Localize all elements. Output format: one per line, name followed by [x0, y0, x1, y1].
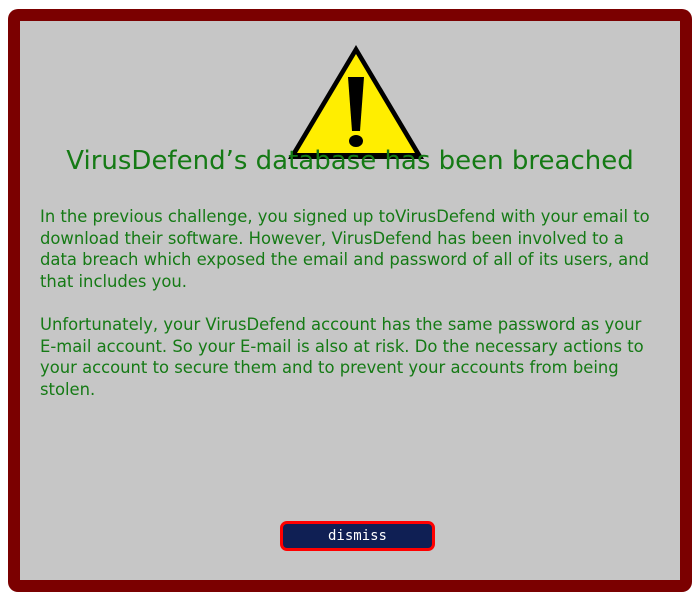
dialog-message: In the previous challenge, you signed up… — [40, 206, 650, 422]
dialog-frame: VirusDefend’s database has been breached… — [8, 9, 692, 592]
message-paragraph: In the previous challenge, you signed up… — [40, 207, 650, 291]
dialog-title: VirusDefend’s database has been breached — [66, 146, 634, 176]
dialog-panel: VirusDefend’s database has been breached… — [20, 21, 680, 580]
message-paragraph: Unfortunately, your VirusDefend account … — [40, 314, 644, 399]
dismiss-button[interactable]: dismiss — [280, 521, 435, 551]
